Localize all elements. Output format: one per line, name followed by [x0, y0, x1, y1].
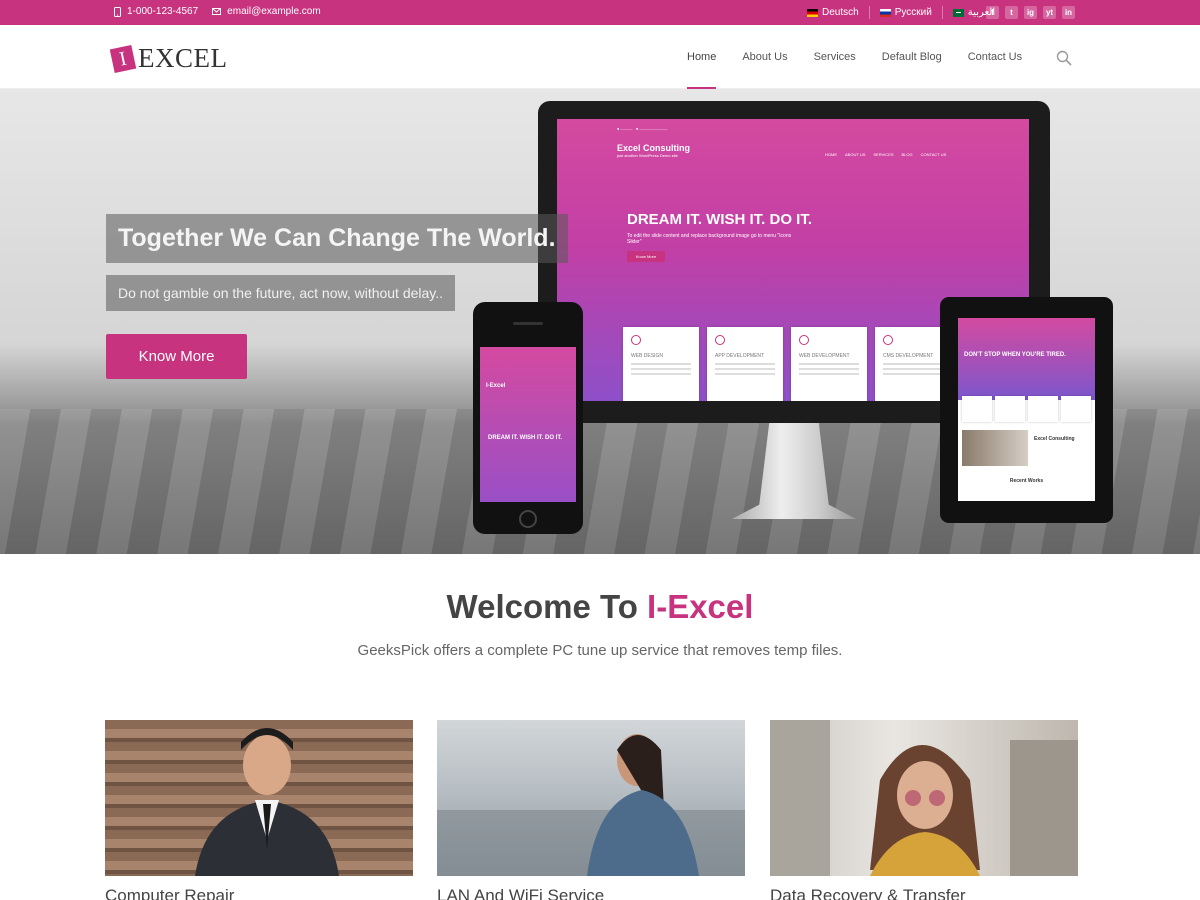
tablet-section-title: Excel Consulting: [1034, 436, 1075, 442]
lang-german[interactable]: Deutsch: [797, 6, 870, 19]
woman-city-image: [437, 734, 745, 876]
mini-card: APP DEVELOPMENT: [707, 327, 783, 401]
mini-nav: HOME ABOUT US SERVICES BLOG CONTACT US: [825, 152, 947, 157]
mini-topbar: ● ——— ● ———————: [617, 126, 668, 131]
linkedin-icon[interactable]: in: [1062, 6, 1075, 19]
contact-info: 1-000-123-4567 email@example.com: [114, 6, 321, 17]
mini-cards: WEB DESIGN APP DEVELOPMENT WEB DEVELOPME…: [623, 327, 951, 401]
lang-russian[interactable]: Русский: [870, 6, 943, 19]
german-flag-icon: [807, 8, 818, 17]
man-in-suit-image: [195, 728, 339, 876]
welcome-heading-accent: I-Excel: [647, 588, 754, 625]
mini-headline: DREAM IT. WISH IT. DO IT.: [627, 211, 813, 228]
main-nav: Home About Us Services Default Blog Cont…: [674, 25, 1035, 89]
logo-mark: I: [109, 44, 137, 73]
tablet-photo: [962, 430, 1028, 466]
phone-number: 1-000-123-4567: [127, 6, 199, 17]
search-icon[interactable]: [1056, 50, 1072, 66]
phone-brand: I-Excel: [486, 383, 506, 389]
logo-text: EXCEL: [138, 43, 228, 73]
tablet-screen: DON'T STOP WHEN YOU'RE TIRED. Excel Cons…: [958, 318, 1095, 501]
phone-speaker: [513, 322, 543, 325]
instagram-icon[interactable]: ig: [1024, 6, 1037, 19]
service-photo[interactable]: [437, 720, 745, 876]
twitter-icon[interactable]: t: [1005, 6, 1018, 19]
mini-brand: Excel Consulting just another WordPress D…: [617, 143, 691, 158]
welcome-heading: Welcome To I-Excel: [0, 588, 1200, 626]
mini-card: WEB DESIGN: [623, 327, 699, 401]
nav-default-blog[interactable]: Default Blog: [869, 25, 955, 89]
tablet-mockup: DON'T STOP WHEN YOU'RE TIRED. Excel Cons…: [940, 297, 1113, 523]
site-header: I EXCEL Home About Us Services Default B…: [0, 25, 1200, 89]
language-switcher: Deutsch Русский العربية: [797, 6, 1005, 19]
hero-subtitle: Do not gamble on the future, act now, wi…: [106, 275, 456, 311]
hero-slider: ● ——— ● ——————— Excel Consulting just ano…: [0, 89, 1200, 554]
nav-services[interactable]: Services: [801, 25, 869, 89]
tablet-headline: DON'T STOP WHEN YOU'RE TIRED.: [964, 352, 1066, 358]
welcome-heading-plain: Welcome To: [446, 588, 648, 625]
phone-contact[interactable]: 1-000-123-4567: [114, 6, 198, 17]
phone-screen: I-Excel DREAM IT. WISH IT. DO IT.: [480, 347, 576, 502]
email-contact[interactable]: email@example.com: [212, 6, 321, 17]
service-photo[interactable]: [105, 720, 413, 876]
site-logo[interactable]: I EXCEL: [109, 43, 228, 74]
service-card[interactable]: Data Recovery & Transfer: [770, 720, 1078, 900]
lang-label: Русский: [894, 7, 932, 18]
phone-home-button: [519, 510, 537, 528]
top-bar: 1-000-123-4567 email@example.com Deutsch…: [0, 0, 1200, 25]
lang-label: Deutsch: [822, 7, 859, 18]
social-links: f t ig yt in: [986, 6, 1075, 19]
service-photo[interactable]: [770, 720, 1078, 876]
email-address: email@example.com: [227, 6, 321, 17]
woman-sunglasses-image: [770, 720, 1078, 876]
hero-title: Together We Can Change The World.: [106, 214, 568, 263]
welcome-subtitle: GeeksPick offers a complete PC tune up s…: [357, 642, 843, 659]
youtube-icon[interactable]: yt: [1043, 6, 1056, 19]
nav-about-us[interactable]: About Us: [729, 25, 800, 89]
know-more-button[interactable]: Know More: [106, 334, 247, 379]
service-title[interactable]: Data Recovery & Transfer: [770, 886, 1078, 900]
nav-contact-us[interactable]: Contact Us: [955, 25, 1035, 89]
russian-flag-icon: [879, 8, 891, 17]
service-card[interactable]: Computer Repair: [105, 720, 413, 900]
mini-text: To edit the slide content and replace ba…: [627, 233, 792, 245]
phone-headline: DREAM IT. WISH IT. DO IT.: [488, 435, 563, 441]
service-card[interactable]: LAN And WiFi Service: [437, 720, 745, 900]
service-title[interactable]: Computer Repair: [105, 886, 413, 900]
mini-button: Know More: [627, 251, 665, 262]
tablet-recent-works: Recent Works: [1009, 478, 1044, 484]
mini-card: WEB DEVELOPMENT: [791, 327, 867, 401]
phone-icon: [114, 6, 121, 17]
nav-home[interactable]: Home: [674, 25, 729, 89]
service-title[interactable]: LAN And WiFi Service: [437, 886, 745, 900]
facebook-icon[interactable]: f: [986, 6, 999, 19]
phone-mockup: I-Excel DREAM IT. WISH IT. DO IT.: [473, 302, 583, 534]
saudi-flag-icon: [952, 8, 964, 17]
envelope-icon: [212, 8, 222, 15]
